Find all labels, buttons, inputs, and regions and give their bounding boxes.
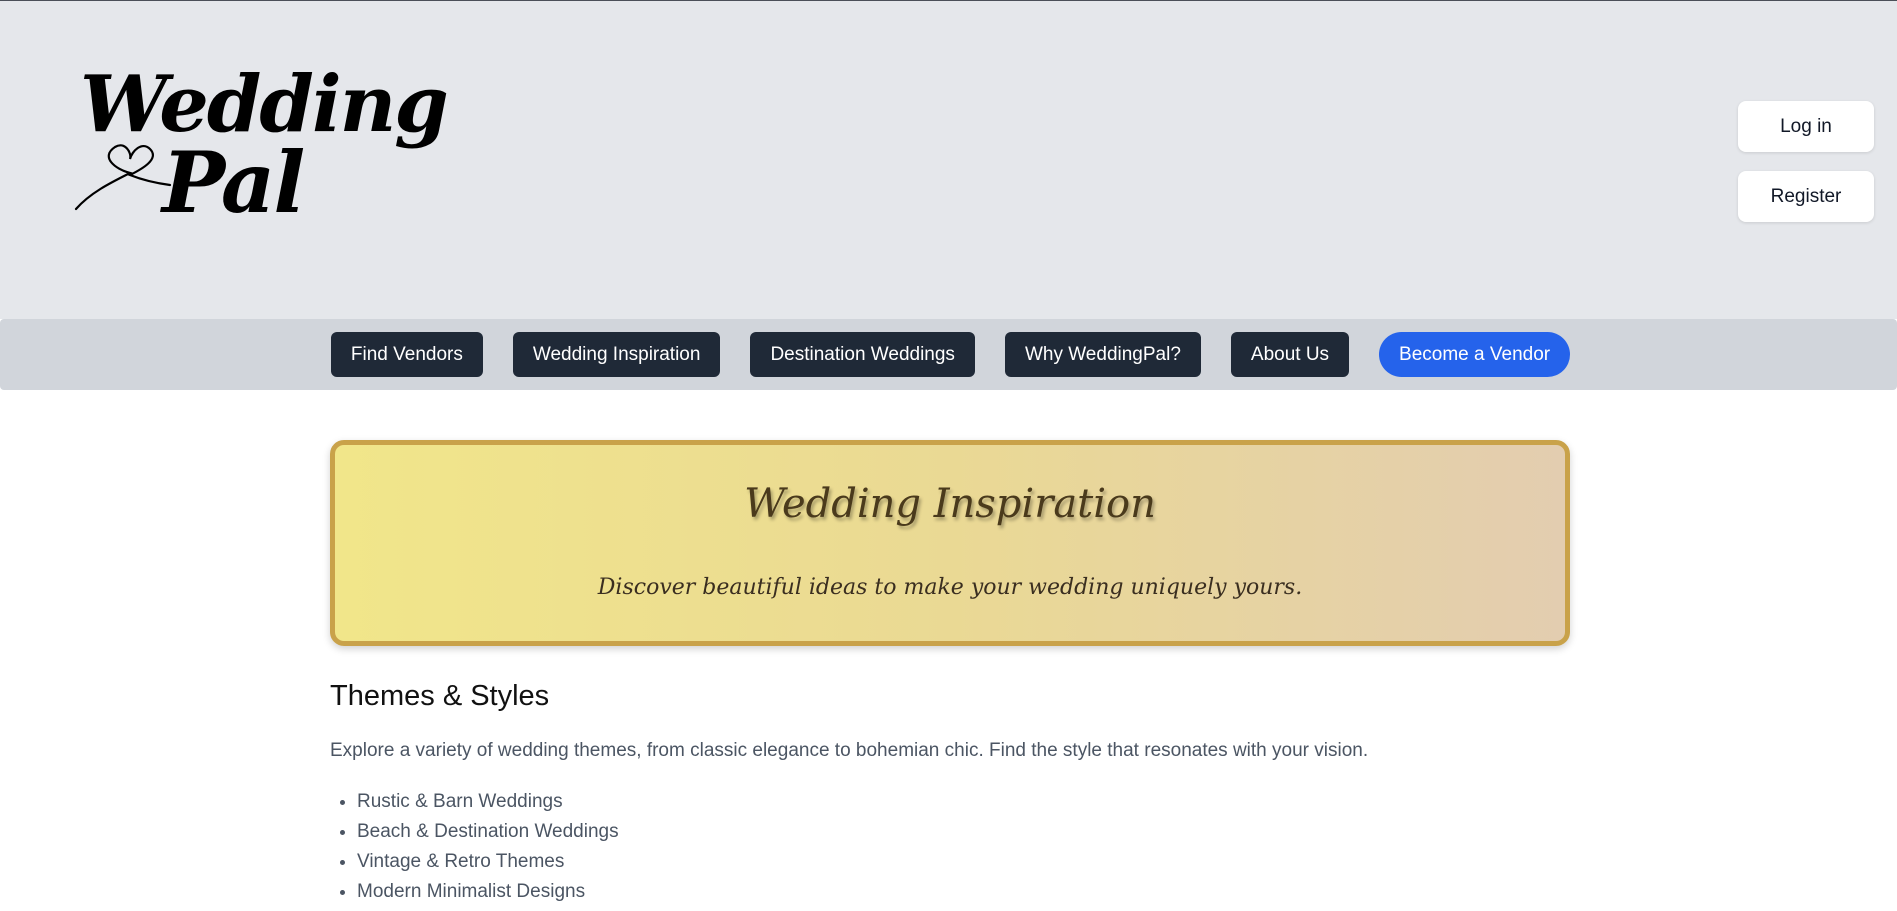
hero-subtitle: Discover beautiful ideas to make your we… — [597, 575, 1303, 600]
nav-destination-weddings[interactable]: Destination Weddings — [750, 332, 975, 377]
site-header: Wedding Pal Log in Register — [0, 1, 1897, 319]
list-item: Vintage & Retro Themes — [357, 850, 1570, 874]
nav-wedding-inspiration[interactable]: Wedding Inspiration — [512, 332, 721, 377]
main-navigation: Find Vendors Wedding Inspiration Destina… — [0, 319, 1897, 390]
main-content: Wedding Inspiration Discover beautiful i… — [330, 390, 1570, 904]
register-button[interactable]: Register — [1738, 171, 1874, 222]
auth-buttons: Log in Register — [1738, 101, 1874, 241]
nav-why-weddingpal[interactable]: Why WeddingPal? — [1004, 332, 1201, 377]
nav-about-us[interactable]: About Us — [1230, 332, 1350, 377]
list-item: Modern Minimalist Designs — [357, 880, 1570, 904]
inspiration-hero-banner: Wedding Inspiration Discover beautiful i… — [330, 440, 1570, 646]
become-vendor-button[interactable]: Become a Vendor — [1379, 332, 1571, 377]
login-button[interactable]: Log in — [1738, 101, 1874, 152]
heart-icon — [74, 144, 172, 211]
logo-text-line2: Pal — [162, 133, 305, 232]
themes-heading: Themes & Styles — [330, 680, 550, 712]
themes-description: Explore a variety of wedding themes, fro… — [330, 740, 1369, 761]
list-item: Rustic & Barn Weddings — [357, 790, 1570, 814]
list-item: Beach & Destination Weddings — [357, 820, 1570, 844]
themes-list: Rustic & Barn Weddings Beach & Destinati… — [330, 790, 1570, 904]
nav-find-vendors[interactable]: Find Vendors — [330, 332, 483, 377]
hero-title: Wedding Inspiration — [744, 481, 1156, 527]
weddingpal-logo[interactable]: Wedding Pal — [70, 59, 449, 238]
